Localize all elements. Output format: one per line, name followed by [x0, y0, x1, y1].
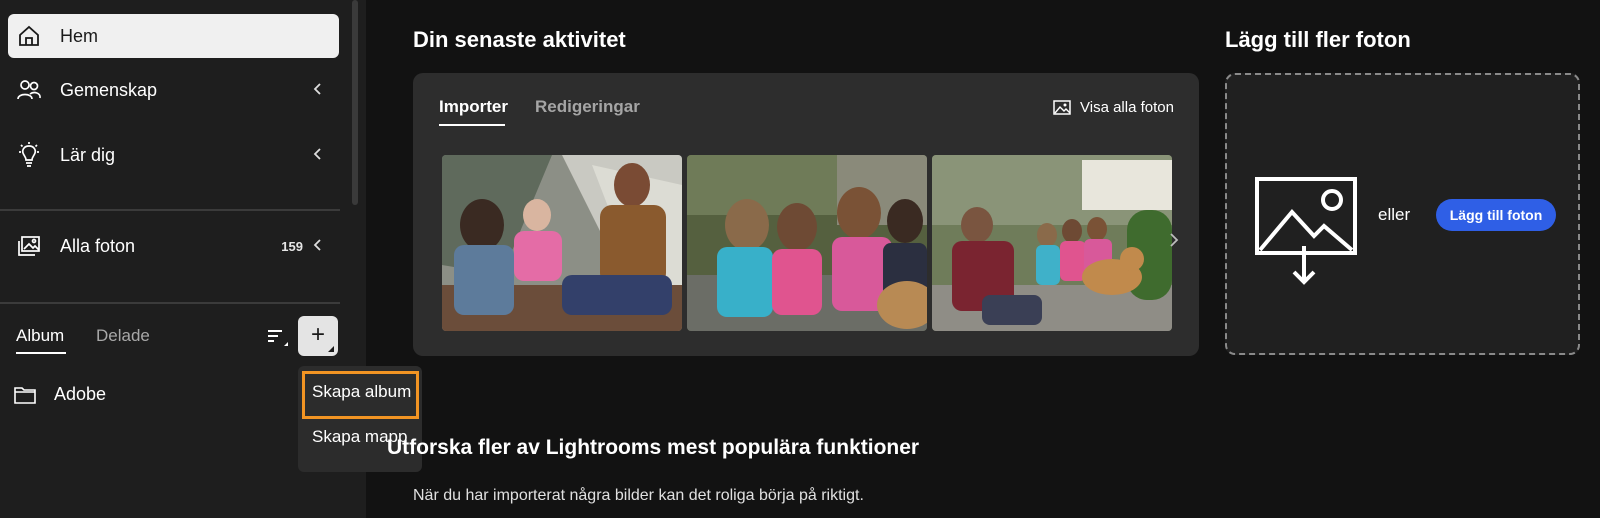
sidebar-scrollbar[interactable]	[352, 0, 358, 205]
explore-title: Utforska fler av Lightrooms mest populär…	[387, 436, 920, 459]
community-icon	[16, 77, 42, 103]
chevron-right-icon[interactable]	[1167, 231, 1181, 249]
tab-shared[interactable]: Delade	[96, 326, 150, 346]
home-icon	[16, 23, 42, 49]
tab-album-underline	[16, 352, 66, 354]
tab-album[interactable]: Album	[16, 326, 64, 346]
view-all-photos-link[interactable]: Visa alla foton	[1053, 99, 1174, 116]
sidebar-item-label: Alla foton	[60, 235, 136, 256]
chevron-left-icon[interactable]	[309, 236, 327, 254]
sidebar-item-community[interactable]: Gemenskap	[8, 68, 339, 112]
recent-photo-1[interactable]	[442, 155, 682, 331]
photos-icon	[16, 233, 42, 259]
recent-activity-title: Din senaste aktivitet	[413, 27, 626, 52]
recent-photo-3[interactable]	[932, 155, 1172, 331]
recent-activity-card: Importer Redigeringar Visa alla foton	[413, 73, 1199, 356]
folder-item-adobe[interactable]: Adobe	[14, 384, 106, 405]
sidebar-item-home[interactable]: Hem	[8, 14, 339, 58]
explore-description: När du har importerat några bilder kan d…	[413, 487, 864, 504]
folder-icon	[14, 386, 36, 404]
chevron-left-icon[interactable]	[309, 145, 327, 163]
add-album-button[interactable]: +	[298, 316, 338, 356]
tab-imports-underline	[439, 124, 505, 126]
sidebar-item-all-photos[interactable]: Alla foton 159	[8, 224, 339, 268]
tab-imports[interactable]: Importer	[439, 97, 508, 117]
sort-icon[interactable]	[266, 326, 292, 348]
sidebar-divider	[0, 209, 340, 211]
view-all-label: Visa alla foton	[1080, 99, 1174, 116]
image-import-icon	[1255, 177, 1357, 285]
recent-photo-2[interactable]	[687, 155, 927, 331]
menu-item-highlight	[302, 371, 419, 419]
photo-count: 159	[281, 238, 303, 254]
sidebar-divider	[0, 302, 340, 304]
add-photos-button[interactable]: Lägg till foton	[1436, 199, 1556, 231]
image-icon	[1053, 100, 1071, 115]
sidebar-item-label: Hem	[60, 25, 99, 46]
lightbulb-icon	[16, 142, 42, 168]
folder-label: Adobe	[54, 384, 107, 404]
tab-edits[interactable]: Redigeringar	[535, 97, 640, 117]
photo-dropzone[interactable]: eller Lägg till foton	[1225, 73, 1580, 355]
sidebar-item-label: Gemenskap	[60, 79, 158, 100]
corner-indicator-icon	[328, 346, 334, 352]
sidebar-item-learn[interactable]: Lär dig	[8, 133, 339, 177]
sidebar-item-label: Lär dig	[60, 144, 116, 165]
add-photos-title: Lägg till fler foton	[1225, 27, 1411, 52]
plus-icon: +	[310, 321, 325, 348]
or-label: eller	[1378, 205, 1411, 224]
chevron-left-icon[interactable]	[309, 80, 327, 98]
